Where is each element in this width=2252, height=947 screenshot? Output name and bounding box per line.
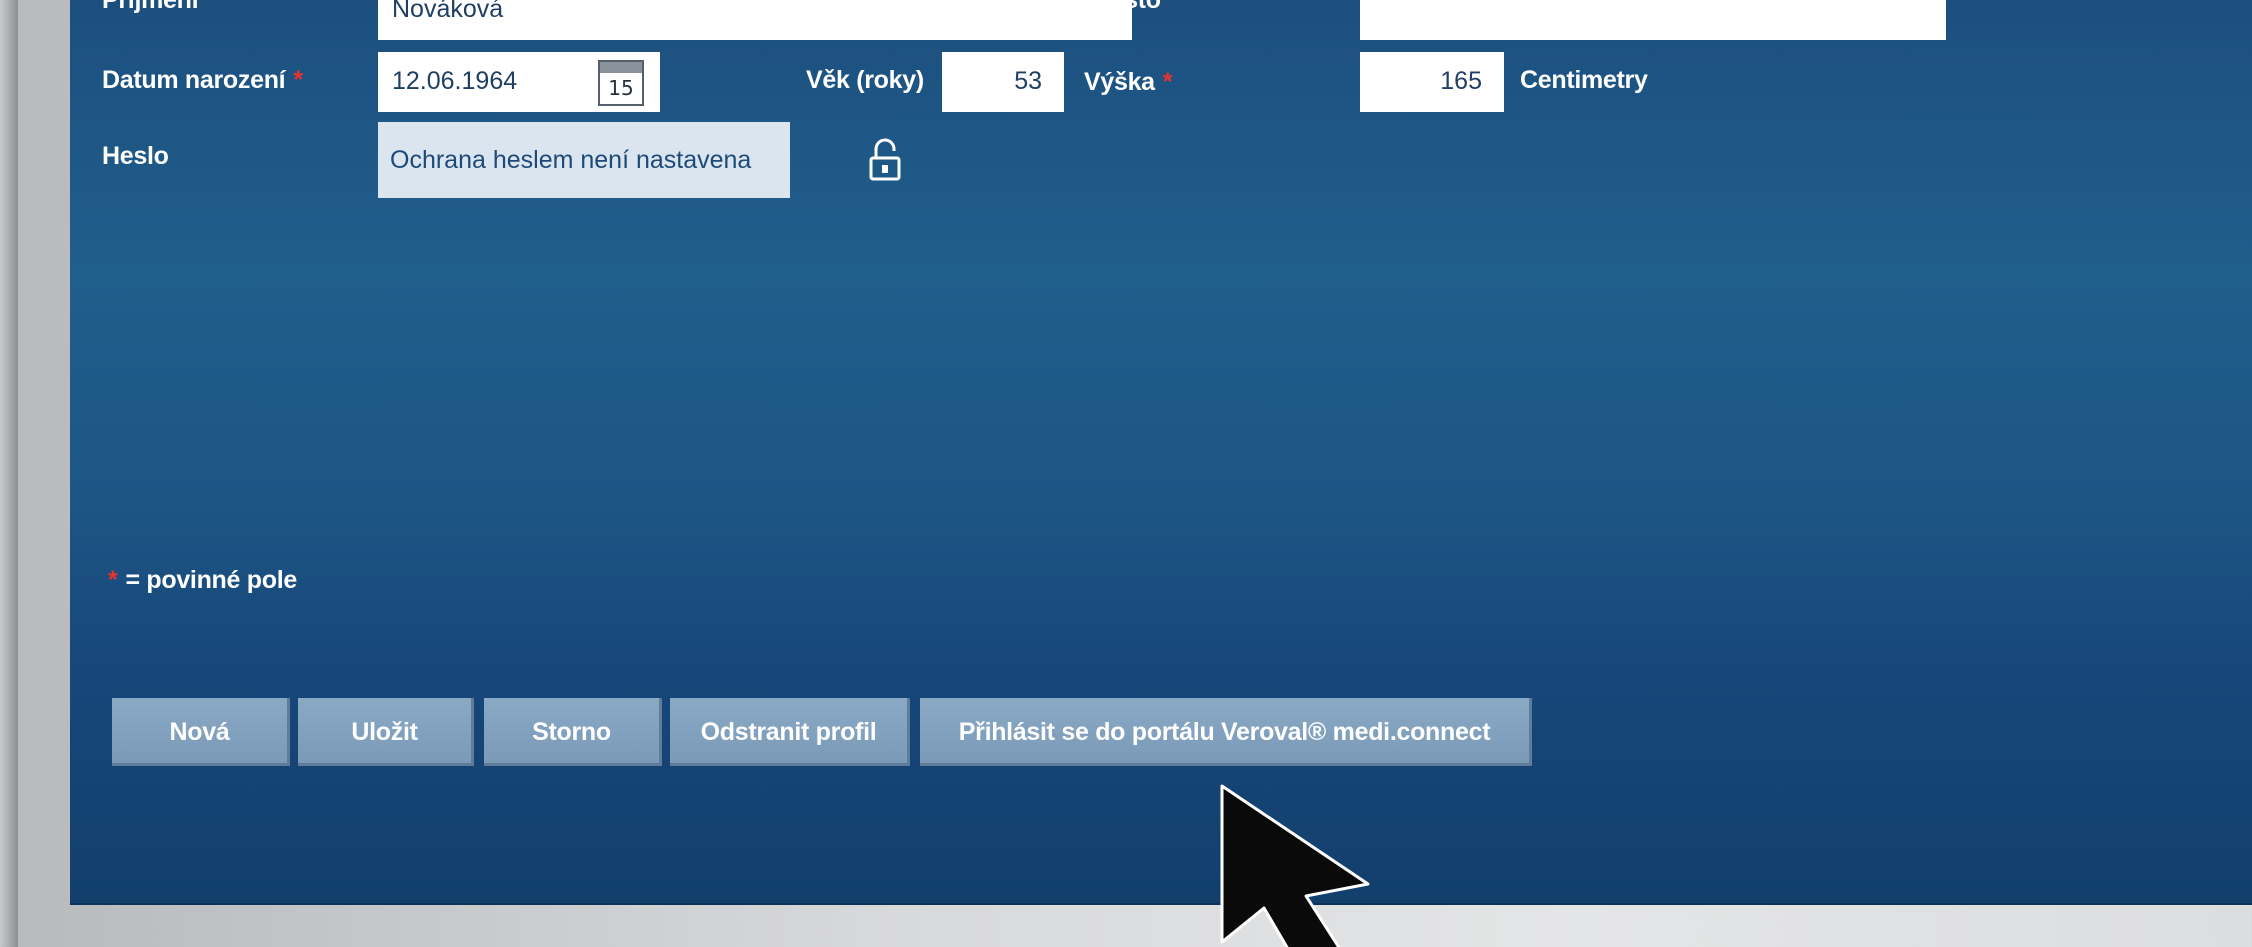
birth-date-label: Datum narození * [102,66,303,95]
window-frame-left [0,0,18,947]
age-field[interactable]: 53 [942,52,1064,112]
calendar-icon-day: 15 [608,76,634,100]
surname-label: Příjmení [102,0,199,14]
portal-login-button[interactable]: Přihlásit se do portálu Veroval® medi.co… [920,698,1532,766]
required-field-note: * = povinné pole [108,566,297,595]
surname-field[interactable]: Nováková [378,0,1132,40]
city-label: Město [1090,0,1161,14]
calendar-icon-header [600,62,642,73]
city-field[interactable] [1360,0,1946,40]
required-asterisk: * [1162,68,1173,96]
required-asterisk: * [108,566,118,594]
mouse-pointer-icon [1220,784,1370,947]
height-label-text: Výška [1084,68,1155,96]
profile-form-panel: Příjmení Nováková Město Datum narození * … [70,0,2252,905]
unlocked-padlock-icon[interactable] [868,138,902,182]
save-button[interactable]: Uložit [298,698,474,766]
cancel-button[interactable]: Storno [484,698,662,766]
new-button[interactable]: Nová [112,698,290,766]
password-status-field[interactable]: Ochrana heslem není nastavena [378,122,790,198]
age-label: Věk (roky) [806,66,924,94]
calendar-icon[interactable]: 15 [598,60,644,106]
height-label: Výška * [1084,68,1173,97]
password-label: Heslo [102,142,169,170]
height-field[interactable]: 165 [1360,52,1504,112]
delete-profile-button[interactable]: Odstranit profil [670,698,910,766]
birth-date-field[interactable]: 12.06.1964 [378,52,570,112]
required-asterisk: * [293,66,303,94]
required-note-text: = povinné pole [125,566,297,594]
height-unit-label: Centimetry [1520,66,1648,94]
birth-date-label-text: Datum narození [102,66,286,94]
